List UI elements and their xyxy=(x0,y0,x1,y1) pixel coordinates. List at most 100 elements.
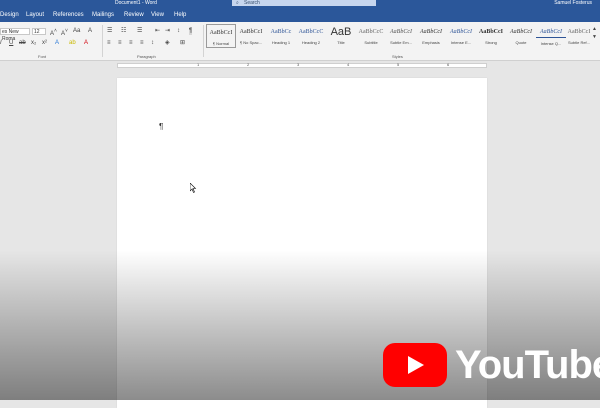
font-group-label: Font xyxy=(38,54,47,59)
style-name: Subtle Em... xyxy=(390,40,412,45)
ruler-number: 5 xyxy=(397,62,400,67)
title-bar: Document1 - Word ⌕ Search Samuel Fosteru… xyxy=(0,0,600,8)
change-case-icon[interactable]: Aa xyxy=(73,28,80,35)
tab-view[interactable]: View xyxy=(151,12,164,18)
styles-scroll-up-icon[interactable]: ▲ xyxy=(592,26,597,33)
youtube-wordmark: YouTube xyxy=(455,343,600,387)
style-name: Heading 2 xyxy=(301,40,321,45)
style-emphasis[interactable]: AaBbCcI Emphasis xyxy=(416,24,446,48)
style-strong[interactable]: AaBbCcI Strong xyxy=(476,24,506,48)
tab-layout[interactable]: Layout xyxy=(26,12,44,18)
highlight-icon[interactable]: ab xyxy=(69,40,76,47)
bullets-icon[interactable]: ☰ xyxy=(107,28,112,35)
align-left-icon[interactable]: ≡ xyxy=(107,40,111,47)
style-normal[interactable]: AaBbCcI ¶ Normal xyxy=(206,24,236,48)
subscript-icon[interactable]: x₂ xyxy=(31,40,36,47)
underline-icon[interactable]: U xyxy=(9,40,13,47)
style-preview: AaBbCcI xyxy=(478,29,503,35)
search-placeholder: Search xyxy=(244,0,260,6)
ruler-number: 6 xyxy=(447,62,450,67)
style-heading-1[interactable]: AaBbCc Heading 1 xyxy=(266,24,296,48)
search-box[interactable]: ⌕ Search xyxy=(232,0,376,6)
separator xyxy=(203,25,204,57)
tab-design[interactable]: Design xyxy=(0,12,19,18)
style-preview: AaBbCcI xyxy=(239,29,263,35)
style-preview: AaBbCcI xyxy=(420,29,442,35)
style-preview: AaBbCcC xyxy=(358,29,384,35)
increase-indent-icon[interactable]: ⇥ xyxy=(165,28,170,35)
style-name: Intense E... xyxy=(450,40,472,45)
ruler-track[interactable] xyxy=(117,63,487,68)
style-preview: AaBbCc xyxy=(270,29,292,35)
style-name: Emphasis xyxy=(422,40,440,45)
separator xyxy=(102,25,103,57)
style-preview: AaBbCcI xyxy=(536,27,566,38)
align-right-icon[interactable]: ≡ xyxy=(129,40,133,47)
youtube-play-icon xyxy=(383,343,447,387)
style-intense-emphasis[interactable]: AaBbCcI Intense E... xyxy=(446,24,476,48)
style-intense-quote[interactable]: AaBbCcI Intense Q... xyxy=(536,24,566,48)
text-effects-icon[interactable]: A xyxy=(55,40,59,47)
style-title[interactable]: AaB Title xyxy=(326,24,356,48)
strikethrough-icon[interactable]: ab xyxy=(19,40,26,47)
font-size-box[interactable]: 12 xyxy=(32,28,46,35)
style-subtle-reference[interactable]: AaBbCcI Subtle Ref... xyxy=(564,24,594,48)
styles-group-label: Styles xyxy=(392,54,403,59)
style-preview: AaBbCcI xyxy=(390,29,412,35)
style-name: Title xyxy=(337,40,345,45)
style-preview: AaB xyxy=(330,27,352,37)
style-name: Intense Q... xyxy=(540,41,562,46)
style-name: Subtitle xyxy=(364,40,378,45)
borders-icon[interactable]: ⊞ xyxy=(180,40,185,47)
style-name: Quote xyxy=(515,40,527,45)
line-spacing-icon[interactable]: ↕ xyxy=(151,40,154,47)
decrease-indent-icon[interactable]: ⇤ xyxy=(155,28,160,35)
tab-help[interactable]: Help xyxy=(174,12,186,18)
style-preview: AaBbCcI xyxy=(209,30,233,36)
italic-icon[interactable]: I xyxy=(0,40,2,47)
style-heading-2[interactable]: AaBbCcC Heading 2 xyxy=(296,24,326,48)
grow-font-icon[interactable]: A˄ xyxy=(50,28,57,38)
shrink-font-icon[interactable]: A˅ xyxy=(61,28,68,38)
style-preview: AaBbCcI xyxy=(567,29,591,35)
search-icon: ⌕ xyxy=(236,0,239,6)
style-name: Strong xyxy=(485,40,497,45)
justify-icon[interactable]: ≡ xyxy=(140,40,144,47)
shading-icon[interactable]: ◈ xyxy=(165,40,170,47)
style-quote[interactable]: AaBbCcI Quote xyxy=(506,24,536,48)
font-color-icon[interactable]: A xyxy=(84,40,88,47)
font-name-box[interactable]: es New Roma xyxy=(0,28,30,42)
styles-gallery: AaBbCcI ¶ Normal AaBbCcI ¶ No Spac... Aa… xyxy=(206,24,594,52)
show-formatting-icon[interactable]: ¶ xyxy=(189,28,193,35)
ruler-number: 2 xyxy=(247,62,250,67)
align-center-icon[interactable]: ≡ xyxy=(118,40,122,47)
ruler-number: 1 xyxy=(197,62,200,67)
superscript-icon[interactable]: x² xyxy=(42,40,47,47)
ruler-number: 4 xyxy=(347,62,350,67)
paragraph-mark: ¶ xyxy=(159,122,164,131)
clear-format-icon[interactable]: A xyxy=(88,28,92,35)
user-name[interactable]: Samuel Fosterus xyxy=(554,0,592,6)
ribbon-tabs: Design Layout References Mailings Review… xyxy=(0,8,600,22)
style-name: Subtle Ref... xyxy=(567,40,590,45)
style-no-spacing[interactable]: AaBbCcI ¶ No Spac... xyxy=(236,24,266,48)
ruler-number: 3 xyxy=(297,62,300,67)
tab-mailings[interactable]: Mailings xyxy=(92,12,114,18)
style-preview: AaBbCcC xyxy=(298,29,324,35)
styles-scroll-down-icon[interactable]: ▼ xyxy=(592,34,597,41)
numbering-icon[interactable]: ☷ xyxy=(121,28,126,35)
style-preview: AaBbCcI xyxy=(510,29,532,35)
paragraph-group-label: Paragraph xyxy=(137,54,156,59)
ribbon: es New Roma 12 A˄ A˅ Aa A I U ab x₂ x² A… xyxy=(0,22,600,61)
mouse-pointer-icon xyxy=(190,183,197,193)
sort-icon[interactable]: ↕ xyxy=(177,28,180,35)
style-name: Heading 1 xyxy=(271,40,291,45)
style-subtle-emphasis[interactable]: AaBbCcI Subtle Em... xyxy=(386,24,416,48)
style-name: ¶ Normal xyxy=(212,41,230,46)
tab-review[interactable]: Review xyxy=(124,12,144,18)
multilevel-list-icon[interactable]: ☰ xyxy=(137,28,142,35)
tab-references[interactable]: References xyxy=(53,12,84,18)
youtube-watermark: YouTube xyxy=(383,343,600,389)
style-subtitle[interactable]: AaBbCcC Subtitle xyxy=(356,24,386,48)
style-name: ¶ No Spac... xyxy=(240,40,262,45)
